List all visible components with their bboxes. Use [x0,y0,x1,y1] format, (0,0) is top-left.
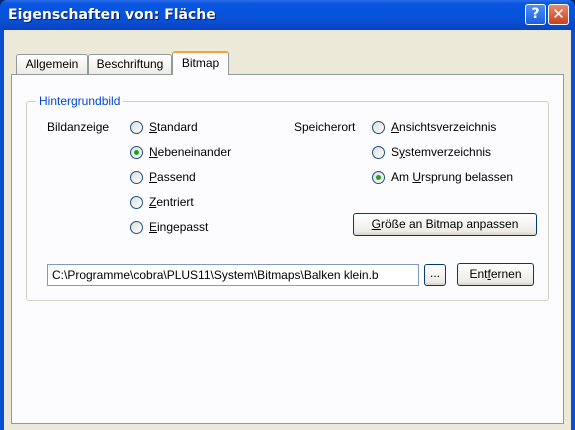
tab-bitmap[interactable]: Bitmap [172,51,229,75]
radio-eingepasst-label[interactable]: Eingepasst [149,220,208,234]
title-bar[interactable]: Eigenschaften von: Fläche ? ✕ [0,0,575,30]
window-frame-right [571,30,575,430]
group-title: Hintergrundbild [36,94,124,108]
close-button[interactable]: ✕ [548,4,569,25]
radio-am-ursprung-belassen[interactable] [372,171,385,184]
speicherort-label: Speicherort [294,120,356,134]
radio-systemverzeichnis[interactable] [372,146,385,159]
radio-eingepasst[interactable] [130,221,143,234]
window-title: Eigenschaften von: Fläche [8,7,216,23]
help-button[interactable]: ? [525,4,546,25]
radio-zentriert-label[interactable]: Zentriert [149,195,194,209]
radio-systemverzeichnis-label[interactable]: Systemverzeichnis [391,145,491,159]
bildanzeige-label: Bildanzeige [47,120,110,134]
resize-to-bitmap-button[interactable]: Größe an Bitmap anpassen [353,213,537,236]
radio-am-ursprung-belassen-label[interactable]: Am Ursprung belassen [391,170,513,184]
bitmap-path-field[interactable]: C:\Programme\cobra\PLUS11\System\Bitmaps… [47,264,419,286]
radio-nebeneinander[interactable] [130,146,143,159]
radio-zentriert[interactable] [130,196,143,209]
tab-allgemein[interactable]: Allgemein [16,54,88,74]
radio-passend-label[interactable]: Passend [149,170,196,184]
radio-standard-label[interactable]: Standard [149,120,198,134]
radio-passend[interactable] [130,171,143,184]
radio-standard[interactable] [130,121,143,134]
radio-ansichtsverzeichnis-label[interactable]: Ansichtsverzeichnis [391,120,496,134]
dialog-window: Eigenschaften von: Fläche ? ✕ Allgemein … [0,0,575,430]
browse-button[interactable]: ... [424,264,446,286]
radio-nebeneinander-label[interactable]: Nebeneinander [149,145,231,159]
remove-button[interactable]: Entfernen [457,263,534,286]
radio-ansichtsverzeichnis[interactable] [372,121,385,134]
tab-beschriftung[interactable]: Beschriftung [88,54,172,74]
